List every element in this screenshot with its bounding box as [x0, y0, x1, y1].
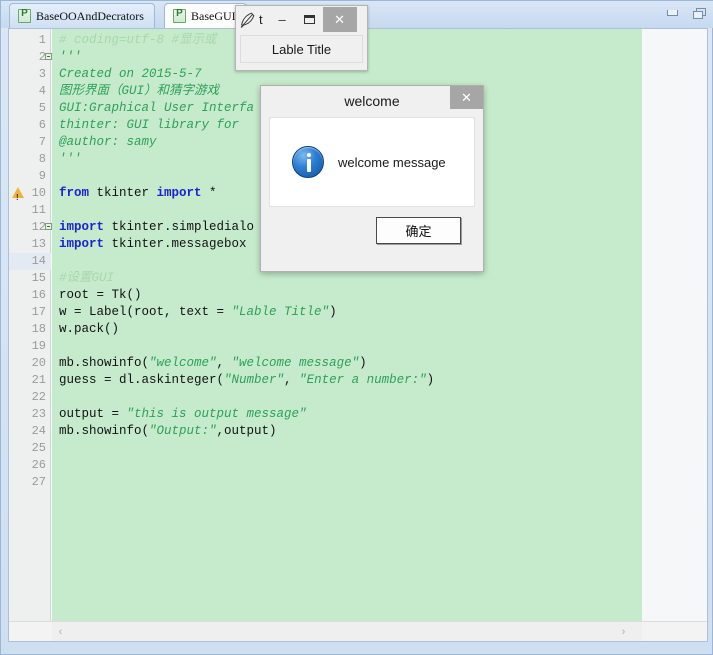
tab-label: BaseOOAndDecrators — [36, 8, 144, 23]
tab-base-oo-and-decrators[interactable]: BaseOOAndDecrators — [9, 3, 155, 28]
line-number: 22 — [31, 390, 46, 404]
code-line-text: Created on 2015-5-7 — [59, 67, 202, 81]
tk-minimize-button[interactable]: – — [269, 7, 296, 32]
line-number: 3 — [38, 67, 46, 81]
window-controls — [664, 5, 706, 20]
code-line-20[interactable]: 20 mb.showinfo("welcome", "welcome messag… — [9, 355, 707, 372]
code-line-text: root = Tk() — [59, 288, 142, 302]
code-line-22[interactable]: 22 — [9, 389, 707, 406]
code-line-25[interactable]: 25 — [9, 440, 707, 457]
welcome-titlebar[interactable]: welcome ✕ — [261, 86, 483, 116]
line-number: 10 — [9, 185, 51, 206]
line-number: 24 — [31, 424, 46, 438]
tk-close-button[interactable]: ✕ — [322, 7, 357, 32]
line-number: 5 — [38, 101, 46, 115]
code-line-23[interactable]: 23 output = "this is output message" — [9, 406, 707, 423]
scroll-right-arrow-icon[interactable]: › — [615, 622, 632, 641]
line-number: 16 — [31, 288, 46, 302]
code-line-18[interactable]: 18 w.pack() — [9, 321, 707, 338]
welcome-dialog-body: welcome message — [269, 117, 475, 207]
line-number: 14 — [9, 253, 51, 270]
code-line-16[interactable]: 16 root = Tk() — [9, 287, 707, 304]
fold-collapse-icon[interactable] — [45, 223, 52, 230]
line-number: 15 — [31, 271, 46, 285]
tab-label: BaseGUI — [191, 8, 236, 23]
python-file-icon — [173, 8, 186, 23]
line-number: 17 — [31, 305, 46, 319]
line-number: 23 — [31, 407, 46, 421]
line-number: 6 — [38, 118, 46, 132]
line-number: 19 — [31, 339, 46, 353]
code-line-24[interactable]: 24 mb.showinfo("Output:",output) — [9, 423, 707, 440]
code-line-text: guess = dl.askinteger("Number", "Enter a… — [59, 373, 435, 387]
tk-maximize-button[interactable] — [296, 7, 323, 32]
welcome-dialog-message: welcome message — [338, 154, 446, 170]
line-number: 2 — [9, 49, 52, 66]
line-number: 4 — [38, 84, 46, 98]
code-line-text: #设置GUI — [59, 271, 115, 285]
code-line-15[interactable]: 15 #设置GUI — [9, 270, 707, 287]
line-number: 26 — [31, 458, 46, 472]
line-number: 11 — [31, 203, 46, 217]
code-line-17[interactable]: 17 w = Label(root, text = "Lable Title") — [9, 304, 707, 321]
code-line-text: w.pack() — [59, 322, 120, 336]
tk-titlebar[interactable]: t – ✕ — [236, 6, 367, 33]
fold-collapse-icon[interactable] — [45, 53, 52, 60]
minimize-icon[interactable] — [664, 5, 680, 20]
line-number: 9 — [38, 169, 46, 183]
restore-icon[interactable] — [690, 5, 706, 20]
code-line-26[interactable]: 26 — [9, 457, 707, 474]
line-number: 27 — [31, 475, 46, 489]
tk-label-widget: Lable Title — [240, 35, 363, 63]
line-number: 21 — [31, 373, 46, 387]
scroll-left-arrow-icon[interactable]: ‹ — [52, 622, 69, 641]
welcome-dialog-footer: 确定 — [261, 207, 483, 271]
welcome-messagebox: welcome ✕ welcome message 确定 — [260, 85, 484, 272]
code-line-text: ''' — [59, 50, 82, 64]
code-line-27[interactable]: 27 — [9, 474, 707, 491]
confirm-button[interactable]: 确定 — [376, 217, 461, 244]
python-file-icon — [18, 8, 31, 23]
line-number: 25 — [31, 441, 46, 455]
code-line-text: w = Label(root, text = "Lable Title") — [59, 305, 337, 319]
warning-icon[interactable] — [12, 187, 24, 206]
feather-icon — [239, 11, 255, 29]
line-number: 8 — [38, 152, 46, 166]
scrollbar-track[interactable] — [52, 622, 642, 641]
info-icon — [292, 146, 324, 178]
code-line-21[interactable]: 21 guess = dl.askinteger("Number", "Enter… — [9, 372, 707, 389]
tk-window-title: t — [259, 12, 263, 27]
line-number: 7 — [38, 135, 46, 149]
code-line-19[interactable]: 19 — [9, 338, 707, 355]
horizontal-scrollbar[interactable]: ‹ › — [9, 621, 707, 641]
code-line-text: mb.showinfo("welcome", "welcome message"… — [59, 356, 367, 370]
line-number: 18 — [31, 322, 46, 336]
code-line-text: mb.showinfo("Output:",output) — [59, 424, 277, 438]
ide-main-window: BaseOOAndDecrators BaseGUI 1 # coding=utf… — [0, 0, 713, 655]
line-number: 13 — [31, 237, 46, 251]
tkinter-root-window: t – ✕ Lable Title — [235, 5, 368, 71]
code-line-text: # coding=utf-8 #显示或 — [59, 33, 217, 47]
code-line-text: output = "this is output message" — [59, 407, 307, 421]
line-number: 20 — [31, 356, 46, 370]
line-number: 12 — [9, 219, 52, 236]
welcome-dialog-title: welcome — [344, 93, 400, 109]
close-icon[interactable]: ✕ — [450, 86, 483, 109]
line-number: 1 — [38, 33, 46, 47]
